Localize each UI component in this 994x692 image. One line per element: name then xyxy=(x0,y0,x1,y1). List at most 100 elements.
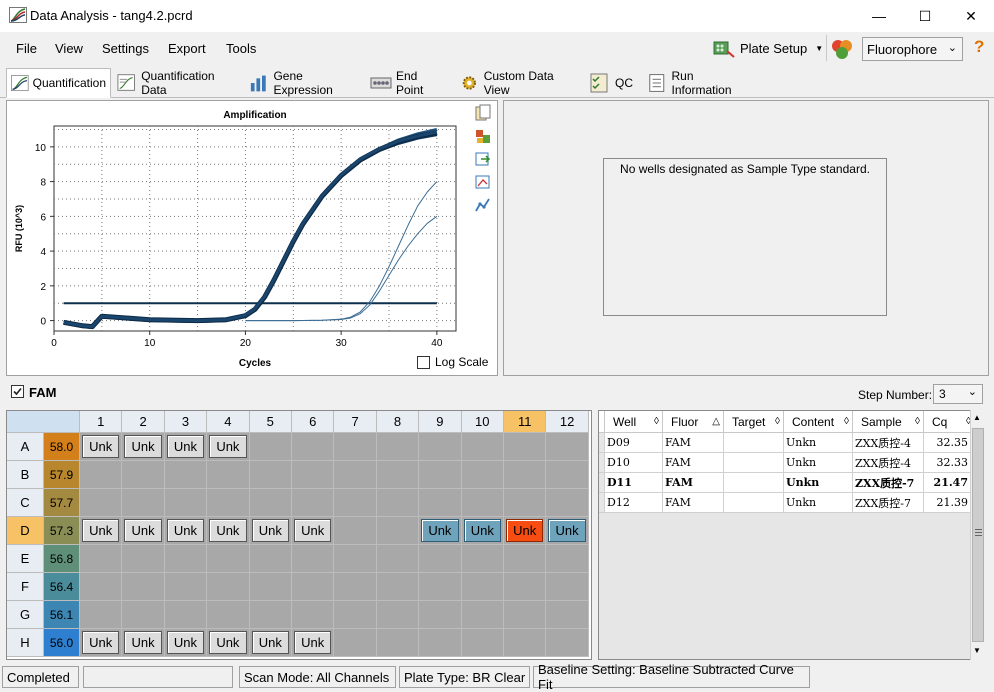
curve-settings-icon[interactable] xyxy=(474,196,492,214)
plate-well-E8[interactable] xyxy=(376,545,420,573)
sort-toggle-icon[interactable]: ◊ xyxy=(654,416,659,427)
step-number-select[interactable]: 3 ⌄ xyxy=(933,384,983,404)
cell-fluor[interactable]: FAM xyxy=(663,493,724,513)
cell-well[interactable]: D11 xyxy=(605,473,663,493)
plate-well-A10[interactable] xyxy=(461,433,504,461)
plate-well-E9[interactable] xyxy=(419,545,462,573)
plate-well-B2[interactable] xyxy=(122,461,165,489)
sort-toggle-icon[interactable]: ◊ xyxy=(844,416,849,427)
copy-icon[interactable] xyxy=(474,104,492,122)
column-header-7[interactable]: 7 xyxy=(334,411,377,433)
plate-well-F11[interactable] xyxy=(504,573,547,601)
plate-well-E11[interactable] xyxy=(504,545,547,573)
help-icon[interactable]: ? xyxy=(974,37,984,57)
row-header-G[interactable]: G xyxy=(7,601,44,629)
row-header-C[interactable]: C xyxy=(7,489,44,517)
plate-well-G12[interactable] xyxy=(546,601,589,629)
tab-end-point[interactable]: End Point xyxy=(366,68,452,97)
sort-toggle-icon[interactable]: ◊ xyxy=(775,416,780,427)
tab-quantification[interactable]: Quantification xyxy=(6,68,111,98)
plate-well-F7[interactable] xyxy=(334,573,377,601)
plate-well-A8[interactable] xyxy=(376,433,420,461)
plate-well-G3[interactable] xyxy=(164,601,208,629)
plate-well-A5[interactable] xyxy=(249,433,292,461)
cell-fluor[interactable]: FAM xyxy=(663,433,724,453)
plate-well-G8[interactable] xyxy=(376,601,420,629)
plate-well-A2[interactable]: Unk xyxy=(122,433,165,461)
plate-well-D10[interactable]: Unk xyxy=(461,517,504,545)
cell-cq[interactable]: 21.39 xyxy=(924,493,975,513)
plate-well-D7[interactable] xyxy=(334,517,377,545)
tab-quantification-data[interactable]: Quantification Data xyxy=(113,68,239,97)
row-header-E[interactable]: E xyxy=(7,545,44,573)
plate-well-D12[interactable]: Unk xyxy=(546,517,589,545)
plate-well-A1[interactable]: Unk xyxy=(80,433,123,461)
plate-well-A3[interactable]: Unk xyxy=(164,433,208,461)
column-header-2[interactable]: 2 xyxy=(122,411,165,433)
row-header-A[interactable]: A xyxy=(7,433,44,461)
cell-target[interactable] xyxy=(724,473,784,493)
plate-well-A4[interactable]: Unk xyxy=(207,433,250,461)
plate-well-A11[interactable] xyxy=(504,433,547,461)
close-button[interactable]: ✕ xyxy=(948,0,994,32)
cell-target[interactable] xyxy=(724,433,784,453)
column-header-4[interactable]: 4 xyxy=(207,411,250,433)
plate-well-C7[interactable] xyxy=(334,489,377,517)
plate-well-H8[interactable] xyxy=(376,629,420,657)
plate-well-C9[interactable] xyxy=(419,489,462,517)
plate-well-H9[interactable] xyxy=(419,629,462,657)
tab-qc[interactable]: QC xyxy=(585,68,639,97)
menu-view[interactable]: View xyxy=(55,41,83,56)
plate-well-H10[interactable] xyxy=(461,629,504,657)
plate-well-G2[interactable] xyxy=(122,601,165,629)
plate-well-E10[interactable] xyxy=(461,545,504,573)
column-header-11[interactable]: 11 xyxy=(504,411,547,433)
plate-well-G7[interactable] xyxy=(334,601,377,629)
plate-well-E2[interactable] xyxy=(122,545,165,573)
plate-well-E4[interactable] xyxy=(207,545,250,573)
cell-sample[interactable]: ZXX质控-7 xyxy=(853,493,924,513)
column-header-1[interactable]: 1 xyxy=(80,411,123,433)
plate-well-D6[interactable]: Unk xyxy=(292,517,335,545)
plate-well-H12[interactable] xyxy=(546,629,589,657)
plate-well-G10[interactable] xyxy=(461,601,504,629)
plate-well-G4[interactable] xyxy=(207,601,250,629)
minimize-button[interactable]: — xyxy=(856,0,902,32)
cell-target[interactable] xyxy=(724,493,784,513)
plate-well-D4[interactable]: Unk xyxy=(207,517,250,545)
row-header-D[interactable]: D xyxy=(7,517,44,545)
sort-toggle-icon[interactable]: ◊ xyxy=(915,416,920,427)
cell-content[interactable]: Unkn xyxy=(784,493,853,513)
plate-well-C1[interactable] xyxy=(80,489,123,517)
plate-well-F4[interactable] xyxy=(207,573,250,601)
plate-well-G11[interactable] xyxy=(504,601,547,629)
column-header-10[interactable]: 10 xyxy=(461,411,504,433)
scroll-up-icon[interactable]: ▲ xyxy=(973,413,981,422)
plate-well-C11[interactable] xyxy=(504,489,547,517)
plate-well-D1[interactable]: Unk xyxy=(80,517,123,545)
cell-content[interactable]: Unkn xyxy=(784,453,853,473)
scroll-thumb[interactable] xyxy=(972,428,984,642)
tab-gene-expression[interactable]: Gene Expression xyxy=(245,68,363,97)
cell-well[interactable]: D12 xyxy=(605,493,663,513)
plate-well-H1[interactable]: Unk xyxy=(80,629,123,657)
column-header-fluor[interactable]: Fluor △ xyxy=(663,411,724,433)
plate-well-D3[interactable]: Unk xyxy=(164,517,208,545)
column-header-sample[interactable]: Sample ◊ xyxy=(853,411,924,433)
plate-well-C4[interactable] xyxy=(207,489,250,517)
log-scale-checkbox[interactable] xyxy=(417,355,430,369)
column-header-9[interactable]: 9 xyxy=(419,411,462,433)
color-wells-icon[interactable] xyxy=(829,38,855,60)
print-icon[interactable] xyxy=(474,127,492,145)
scroll-down-icon[interactable]: ▼ xyxy=(973,646,981,655)
row-header-B[interactable]: B xyxy=(7,461,44,489)
menu-settings[interactable]: Settings xyxy=(102,41,149,56)
plate-well-H5[interactable]: Unk xyxy=(249,629,292,657)
column-header-12[interactable]: 12 xyxy=(546,411,589,433)
cell-cq[interactable]: 21.47 xyxy=(924,473,975,493)
plate-well-D11[interactable]: Unk xyxy=(504,517,547,545)
cell-well[interactable]: D09 xyxy=(605,433,663,453)
plate-well-B4[interactable] xyxy=(207,461,250,489)
menu-tools[interactable]: Tools xyxy=(226,41,256,56)
plate-well-E1[interactable] xyxy=(80,545,123,573)
